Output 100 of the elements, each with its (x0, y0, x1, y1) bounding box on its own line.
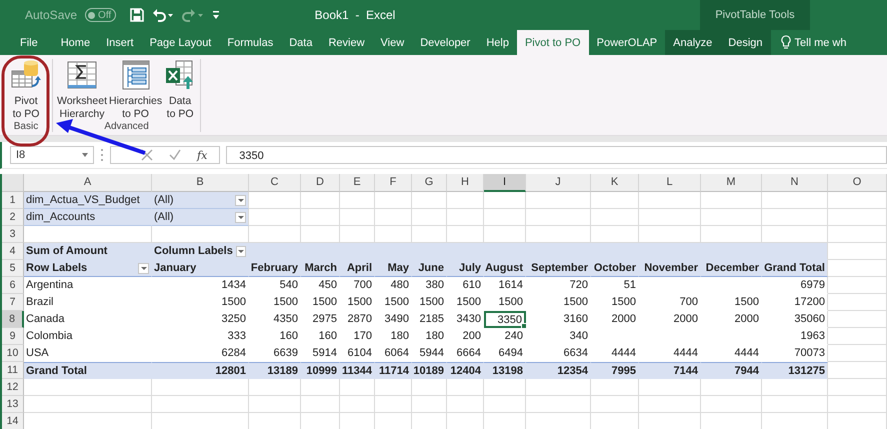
table-cell: 7944 (701, 362, 762, 379)
column-header[interactable]: F (375, 174, 412, 192)
row-header[interactable]: 14 (2, 413, 24, 429)
table-cell: February (249, 260, 301, 277)
row-header[interactable]: 10 (2, 345, 24, 362)
cancel-icon[interactable] (141, 149, 153, 161)
ribbon-tab[interactable]: Pivot to PO (516, 30, 589, 55)
customize-icon[interactable] (212, 10, 220, 20)
column-header[interactable]: N (762, 174, 828, 192)
ribbon-tab[interactable]: Developer (412, 30, 478, 55)
table-cell (828, 209, 887, 226)
table-cell: dim_Accounts (24, 209, 152, 226)
table-cell: 3350 (484, 311, 526, 328)
table-cell: (All) (152, 209, 249, 226)
dropdown-button[interactable] (138, 262, 149, 274)
table-cell (484, 379, 526, 396)
ribbon-tab[interactable]: File (5, 30, 53, 55)
column-header[interactable]: G (412, 174, 447, 192)
table-cell (701, 192, 762, 209)
ribbon-button[interactable]: Data to PO (163, 59, 198, 121)
ribbon-tab[interactable]: Home (52, 30, 98, 55)
ribbon-tab[interactable]: Insert (98, 30, 142, 55)
table-cell: May (375, 260, 412, 277)
table-cell: dim_Actua_VS_Budget (24, 192, 152, 209)
table-cell: Row Labels (24, 260, 152, 277)
column-header[interactable]: D (301, 174, 340, 192)
ribbon-tab[interactable]: Review (320, 30, 373, 55)
table-cell: 11714 (375, 362, 412, 379)
table-cell (484, 192, 526, 209)
table-cell: Grand Total (762, 260, 828, 277)
context-header: PivotTable Tools (700, 0, 810, 30)
table-cell (301, 192, 340, 209)
row-header[interactable]: 3 (2, 226, 24, 243)
column-header[interactable]: H (447, 174, 484, 192)
dropdown-button[interactable] (235, 194, 246, 206)
column-header[interactable]: K (591, 174, 639, 192)
ribbon-tab[interactable]: Design (720, 30, 771, 55)
save-icon[interactable] (130, 8, 144, 22)
ribbon-button[interactable]: Hierarchies to PO (108, 59, 164, 121)
table-cell: September (526, 260, 591, 277)
table-cell (639, 396, 701, 413)
table-cell (375, 379, 412, 396)
row-header[interactable]: 8 (2, 311, 24, 328)
table-cell (412, 396, 447, 413)
table-cell (412, 379, 447, 396)
column-header[interactable]: J (526, 174, 591, 192)
row-header[interactable]: 7 (2, 294, 24, 311)
name-box[interactable]: I8 (10, 146, 94, 164)
table-cell (762, 396, 828, 413)
row-header[interactable]: 6 (2, 277, 24, 294)
table-cell (762, 379, 828, 396)
row-header[interactable]: 5 (2, 260, 24, 277)
column-header[interactable]: O (828, 174, 887, 192)
ribbon-button[interactable]: Pivot to PO (9, 59, 43, 121)
ribbon-tab[interactable]: Formulas (219, 30, 282, 55)
ribbon-button[interactable]: Worksheet Hierarchy (56, 59, 108, 121)
table-cell (447, 192, 484, 209)
ribbon-tab[interactable]: Page Layout (142, 30, 220, 55)
tell-me-search[interactable]: Tell me wh (770, 30, 846, 55)
ribbon-tab[interactable]: Analyze (665, 30, 720, 55)
row-header[interactable]: 13 (2, 396, 24, 413)
table-cell (639, 209, 701, 226)
dropdown-button[interactable] (236, 246, 246, 256)
table-cell (340, 379, 375, 396)
table-cell (375, 192, 412, 209)
table-cell (526, 396, 591, 413)
redo-icon (182, 8, 204, 22)
table-cell (828, 226, 887, 243)
column-header[interactable]: M (701, 174, 762, 192)
ribbon-tab[interactable]: View (372, 30, 412, 55)
column-header[interactable]: B (152, 174, 249, 192)
hierarchy-table-icon (120, 59, 152, 91)
formula-field[interactable]: 3350 (226, 146, 887, 164)
table-cell (249, 396, 301, 413)
column-header[interactable]: C (249, 174, 301, 192)
row-header[interactable]: 12 (2, 379, 24, 396)
row-header[interactable]: 9 (2, 328, 24, 345)
ribbon-tab[interactable]: Help (478, 30, 517, 55)
table-cell: December (701, 260, 762, 277)
table-cell (301, 209, 340, 226)
column-header[interactable]: A (24, 174, 152, 192)
undo-icon[interactable] (152, 8, 174, 22)
row-header[interactable]: 1 (2, 192, 24, 209)
insert-function-button[interactable]: fx (197, 148, 208, 162)
table-cell (828, 345, 887, 362)
table-cell (828, 243, 887, 260)
ribbon-tab[interactable]: PowerOLAP (588, 30, 666, 55)
table-cell: 12404 (447, 362, 484, 379)
column-header[interactable]: L (639, 174, 701, 192)
table-cell (526, 379, 591, 396)
column-header[interactable]: I (484, 174, 526, 192)
row-header[interactable]: 11 (2, 362, 24, 379)
dropdown-button[interactable] (235, 212, 246, 222)
ribbon-tab[interactable]: Data (281, 30, 320, 55)
table-cell: (All) (152, 192, 249, 209)
column-header[interactable]: E (340, 174, 375, 192)
table-cell (701, 396, 762, 413)
row-header[interactable]: 2 (2, 209, 24, 226)
table-cell (340, 396, 375, 413)
row-header[interactable]: 4 (2, 243, 24, 260)
